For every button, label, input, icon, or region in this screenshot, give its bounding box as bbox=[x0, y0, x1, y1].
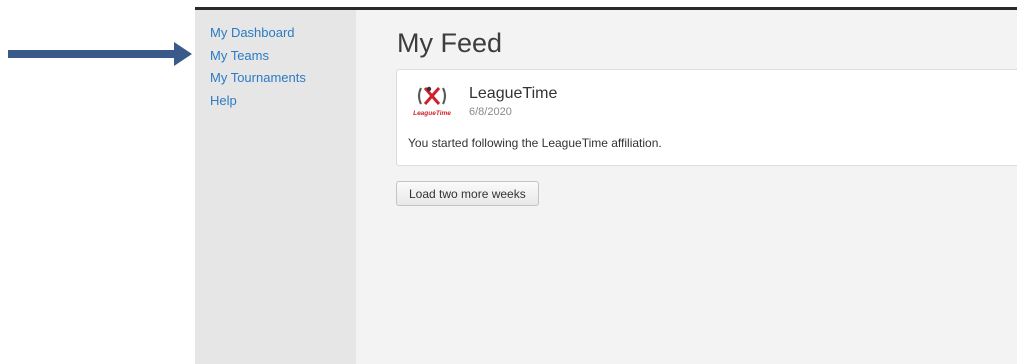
arrow-right-icon bbox=[8, 42, 192, 66]
sidebar-item-my-tournaments[interactable]: My Tournaments bbox=[210, 67, 356, 90]
leaguetime-logo: LeagueTime bbox=[413, 86, 451, 117]
screenshot-canvas: My Dashboard My Teams My Tournaments Hel… bbox=[0, 0, 1017, 364]
feed-item-title[interactable]: LeagueTime bbox=[469, 85, 557, 103]
main-content: My Feed LeagueTime LeagueTime 6/8/2020 Y… bbox=[356, 10, 1017, 364]
load-more-button[interactable]: Load two more weeks bbox=[396, 181, 539, 206]
feed-item: LeagueTime LeagueTime 6/8/2020 You start… bbox=[396, 69, 1017, 166]
feed-item-message: You started following the LeagueTime aff… bbox=[408, 136, 662, 150]
sidebar-item-help[interactable]: Help bbox=[210, 90, 356, 113]
logo-text: LeagueTime bbox=[413, 110, 451, 117]
sidebar-item-my-dashboard[interactable]: My Dashboard bbox=[210, 22, 356, 45]
sidebar-item-my-teams[interactable]: My Teams bbox=[210, 45, 356, 68]
sidebar: My Dashboard My Teams My Tournaments Hel… bbox=[195, 10, 356, 364]
page-title: My Feed bbox=[397, 28, 503, 58]
feed-item-date: 6/8/2020 bbox=[469, 106, 512, 118]
